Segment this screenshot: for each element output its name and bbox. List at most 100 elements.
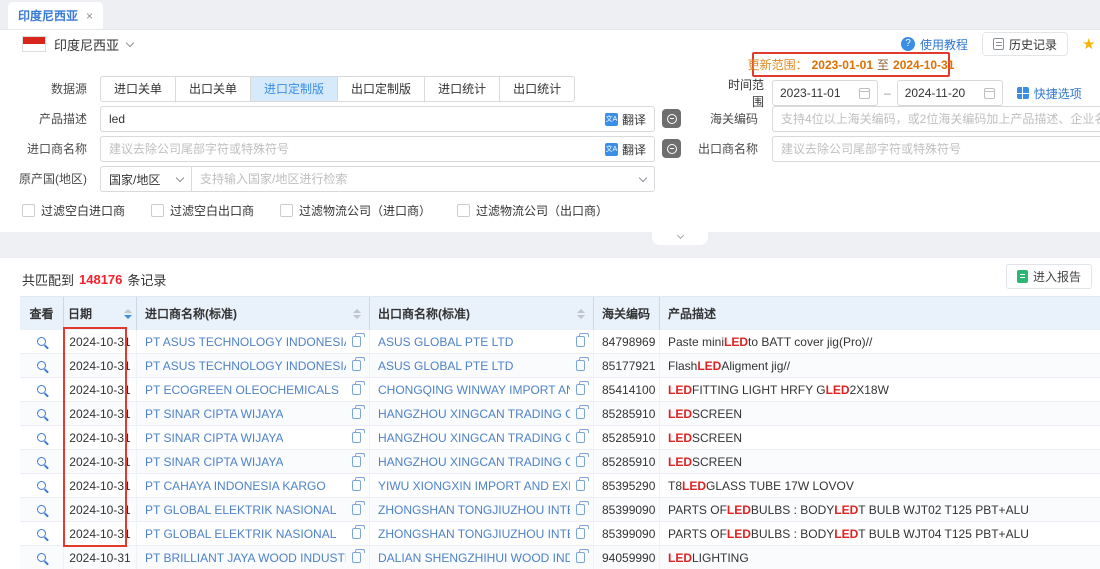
checkbox-icon[interactable] — [457, 204, 470, 217]
datasource-tab-0[interactable]: 进口关单 — [101, 77, 176, 101]
hs-code-field[interactable] — [772, 106, 1100, 132]
view-search-icon[interactable] — [37, 385, 46, 394]
view-cell[interactable] — [20, 378, 64, 401]
date-from-input[interactable] — [780, 86, 859, 100]
importer-link[interactable]: PT SINAR CIPTA WIJAYA — [145, 455, 283, 469]
datasource-tab-2[interactable]: 进口定制版 — [251, 77, 338, 101]
copy-icon[interactable] — [352, 504, 361, 515]
view-search-icon[interactable] — [37, 529, 46, 538]
copy-icon[interactable] — [352, 408, 361, 419]
product-desc-field[interactable]: 文A 翻译 — [100, 106, 655, 132]
view-cell[interactable] — [20, 330, 64, 353]
favorite-star-icon[interactable]: ★ — [1082, 35, 1094, 53]
importer-link[interactable]: PT GLOBAL ELEKTRIK NASIONAL — [145, 503, 336, 517]
calendar-icon[interactable] — [984, 88, 995, 99]
close-icon[interactable]: × — [86, 9, 93, 23]
checkbox-icon[interactable] — [280, 204, 293, 217]
sort-icon[interactable] — [577, 309, 585, 319]
view-cell[interactable] — [20, 426, 64, 449]
view-search-icon[interactable] — [37, 553, 46, 562]
view-search-icon[interactable] — [37, 409, 46, 418]
view-search-icon[interactable] — [37, 481, 46, 490]
view-search-icon[interactable] — [37, 337, 46, 346]
col-header-date[interactable]: 日期 — [64, 297, 137, 330]
tab-indonesia[interactable]: 印度尼西亚 × — [8, 2, 103, 29]
copy-icon[interactable] — [352, 384, 361, 395]
tutorial-link[interactable]: ? 使用教程 — [901, 36, 968, 53]
view-cell[interactable] — [20, 522, 64, 545]
exporter-input[interactable] — [781, 142, 1100, 156]
product-desc-input[interactable] — [109, 112, 605, 126]
datasource-tab-3[interactable]: 出口定制版 — [338, 77, 425, 101]
view-search-icon[interactable] — [37, 457, 46, 466]
col-header-importer[interactable]: 进口商名称(标准) — [137, 297, 370, 330]
date-to-box[interactable] — [897, 80, 1003, 106]
filter-checkbox-3[interactable]: 过滤物流公司（出口商） — [457, 202, 608, 219]
exporter-link[interactable]: CHONGQING WINWAY IMPORT AND E... — [378, 383, 570, 397]
datasource-tab-4[interactable]: 进口统计 — [425, 77, 500, 101]
importer-link[interactable]: PT SINAR CIPTA WIJAYA — [145, 407, 283, 421]
view-search-icon[interactable] — [37, 361, 46, 370]
exporter-link[interactable]: YIWU XIONGXIN IMPORT AND EXPORT... — [378, 479, 570, 493]
view-cell[interactable] — [20, 450, 64, 473]
view-cell[interactable] — [20, 498, 64, 521]
filter-checkbox-1[interactable]: 过滤空白出口商 — [151, 202, 254, 219]
copy-icon[interactable] — [576, 552, 585, 563]
copy-icon[interactable] — [352, 552, 361, 563]
origin-country-field[interactable] — [191, 166, 655, 192]
importer-link[interactable]: PT CAHAYA INDONESIA KARGO — [145, 479, 326, 493]
collapse-panel-button[interactable] — [652, 232, 708, 245]
exporter-link[interactable]: HANGZHOU XINGCAN TRADING CO LTD — [378, 455, 570, 469]
importer-field[interactable]: 文A 翻译 — [100, 136, 655, 162]
enter-report-button[interactable]: 进入报告 — [1006, 264, 1092, 289]
datasource-tab-1[interactable]: 出口关单 — [176, 77, 251, 101]
date-from-box[interactable] — [772, 80, 878, 106]
origin-country-select[interactable]: 国家/地区 — [100, 166, 192, 192]
datasource-tab-5[interactable]: 出口统计 — [500, 77, 574, 101]
sort-icon[interactable] — [353, 309, 361, 319]
importer-link[interactable]: PT SINAR CIPTA WIJAYA — [145, 431, 283, 445]
copy-icon[interactable] — [352, 480, 361, 491]
exporter-link[interactable]: DALIAN SHENGZHIHUI WOOD INDUST... — [378, 551, 570, 565]
copy-icon[interactable] — [352, 528, 361, 539]
copy-icon[interactable] — [352, 432, 361, 443]
filter-checkbox-2[interactable]: 过滤物流公司（进口商） — [280, 202, 431, 219]
calendar-icon[interactable] — [859, 88, 870, 99]
importer-input[interactable] — [109, 142, 605, 156]
exporter-link[interactable]: ZHONGSHAN TONGJIUZHOU INTERNA... — [378, 503, 570, 517]
view-search-icon[interactable] — [37, 433, 46, 442]
importer-link[interactable]: PT ASUS TECHNOLOGY INDONESIA BA... — [145, 359, 346, 373]
copy-icon[interactable] — [352, 456, 361, 467]
history-button[interactable]: 历史记录 — [982, 32, 1068, 56]
origin-country-input[interactable] — [200, 172, 632, 186]
importer-link[interactable]: PT GLOBAL ELEKTRIK NASIONAL — [145, 527, 336, 541]
view-cell[interactable] — [20, 402, 64, 425]
exporter-field[interactable] — [772, 136, 1100, 162]
filter-checkbox-0[interactable]: 过滤空白进口商 — [22, 202, 125, 219]
quick-options-button[interactable]: 快捷选项 — [1017, 85, 1082, 102]
copy-icon[interactable] — [576, 384, 585, 395]
country-selector-label[interactable]: 印度尼西亚 — [54, 35, 119, 54]
copy-icon[interactable] — [352, 360, 361, 371]
checkbox-icon[interactable] — [151, 204, 164, 217]
importer-link[interactable]: PT ECOGREEN OLEOCHEMICALS — [145, 383, 339, 397]
copy-icon[interactable] — [576, 456, 585, 467]
copy-icon[interactable] — [576, 336, 585, 347]
copy-icon[interactable] — [576, 504, 585, 515]
importer-link[interactable]: PT ASUS TECHNOLOGY INDONESIA BA... — [145, 335, 346, 349]
view-cell[interactable] — [20, 546, 64, 569]
copy-icon[interactable] — [576, 528, 585, 539]
chevron-down-icon[interactable] — [126, 38, 134, 46]
checkbox-icon[interactable] — [22, 204, 35, 217]
copy-icon[interactable] — [352, 336, 361, 347]
copy-icon[interactable] — [576, 432, 585, 443]
date-to-input[interactable] — [905, 86, 984, 100]
exporter-link[interactable]: HANGZHOU XINGCAN TRADING CO LTD — [378, 407, 570, 421]
copy-icon[interactable] — [576, 408, 585, 419]
importer-link[interactable]: PT BRILLIANT JAYA WOOD INDUSTRY — [145, 551, 346, 565]
exporter-link[interactable]: HANGZHOU XINGCAN TRADING CO LTD — [378, 431, 570, 445]
sort-icon[interactable] — [124, 309, 132, 319]
copy-icon[interactable] — [576, 360, 585, 371]
view-cell[interactable] — [20, 354, 64, 377]
exporter-link[interactable]: ASUS GLOBAL PTE LTD — [378, 335, 513, 349]
